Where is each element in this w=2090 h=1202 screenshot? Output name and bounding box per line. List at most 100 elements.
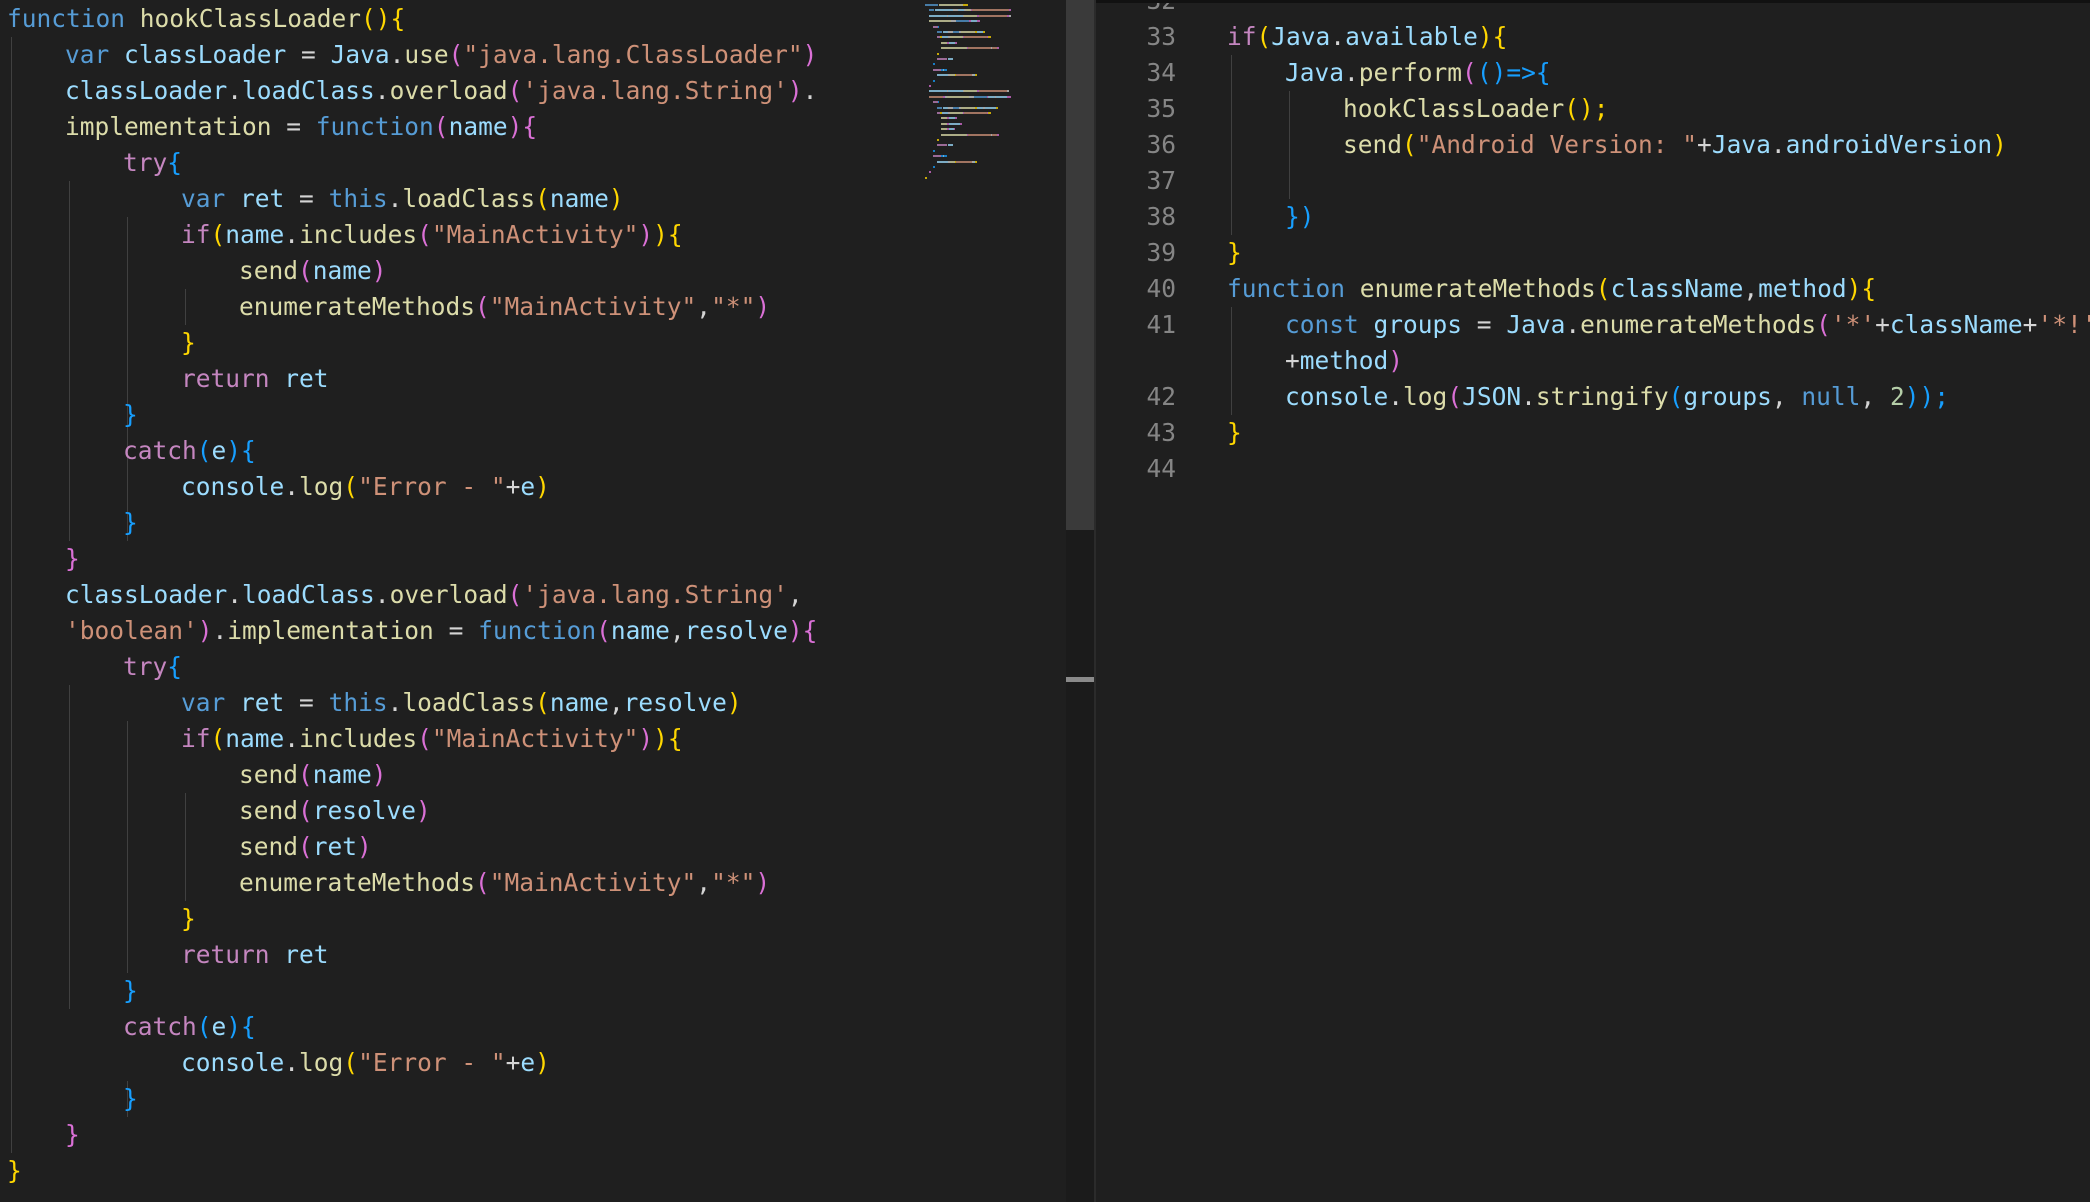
code-token: . [284, 472, 300, 501]
code-token: + [1875, 310, 1890, 339]
right-editor-pane[interactable]: 32 33 34 35 36 37 38 39 40 41 42 43 44 if(Java.avail… [1096, 0, 2090, 1202]
code-token: 'boolean' [65, 616, 198, 645]
code-token: send [1343, 130, 1403, 159]
code-token: ( [298, 796, 313, 825]
code-token: name [312, 760, 372, 789]
code-token: ( [1256, 22, 1272, 51]
code-token: groups [1373, 310, 1463, 339]
code-token: Java [1271, 22, 1331, 51]
code-token: function [1227, 274, 1346, 303]
minimap-token [960, 122, 962, 125]
code-token: } [65, 544, 80, 573]
code-token: + [505, 472, 521, 501]
code-token: ret [312, 832, 358, 861]
code-token: name [549, 184, 609, 213]
line-number: 38 [1146, 202, 1176, 231]
code-token: "MainActivity" [431, 220, 639, 249]
indent-guide [69, 685, 70, 1009]
code-token: send [239, 796, 299, 825]
code-line: } [65, 541, 80, 577]
code-token: } [65, 1120, 80, 1149]
code-token: ) [638, 724, 654, 753]
code-token: e [211, 436, 227, 465]
left-editor-pane[interactable]: function hookClassLoader(){var classLoad… [0, 0, 1066, 1202]
code-token: send [239, 256, 299, 285]
code-token: ) [197, 616, 213, 645]
code-token: loadClass [242, 580, 375, 609]
code-token: use [404, 40, 449, 69]
minimap-token [929, 20, 952, 23]
minimap-token [953, 128, 956, 131]
code-token: console [1285, 382, 1389, 411]
minimap-token [935, 9, 953, 12]
minimap-token [929, 9, 934, 12]
code-line: var classLoader = Java.use("java.lang.Cl… [65, 37, 817, 73]
code-token: name [549, 688, 609, 717]
code-token: ( [210, 724, 226, 753]
minimap-token [961, 31, 976, 33]
minimap-token [939, 4, 964, 6]
code-token: } [181, 904, 196, 933]
code-line: enumerateMethods("MainActivity","*") [239, 289, 770, 325]
code-line: Java.perform(()=>{ [1285, 55, 1551, 91]
code-line: var ret = this.loadClass(name) [181, 181, 624, 217]
line-number: 36 [1146, 130, 1176, 159]
minimap-token [997, 133, 999, 136]
code-token: "Error - " [358, 1048, 506, 1077]
code-token: resolve [623, 688, 727, 717]
code-line: hookClassLoader(); [1343, 91, 1609, 127]
code-line: } [1227, 235, 1242, 271]
code-token: ( [343, 1048, 359, 1077]
code-token: ) [755, 868, 771, 897]
minimap-token [956, 20, 969, 23]
code-token: method [1299, 346, 1389, 375]
code-token: } [123, 400, 138, 429]
code-token: ()=>{ [1476, 58, 1551, 87]
minimap-token [929, 171, 931, 174]
code-token: "MainActivity" [489, 868, 697, 897]
code-line: if(name.includes("MainActivity")){ [181, 217, 683, 253]
code-token: try [123, 652, 168, 681]
minimap-token [977, 20, 981, 23]
code-token: name [312, 256, 372, 285]
minimap[interactable] [925, 0, 1060, 190]
code-token: Java [330, 40, 390, 69]
code-token: ret [284, 364, 329, 393]
code-token: ( [448, 40, 464, 69]
minimap-token [937, 139, 939, 141]
code-token: = [271, 112, 316, 141]
code-line: send(name) [239, 253, 387, 289]
code-token: ) [755, 292, 771, 321]
code-token: . [227, 580, 243, 609]
code-token: ( [1462, 58, 1477, 87]
code-token: . [387, 688, 403, 717]
code-token: if [181, 220, 211, 249]
minimap-token [996, 95, 1008, 98]
code-line: +method) [1285, 343, 1403, 379]
code-token: ) [371, 256, 387, 285]
code-token: send [239, 760, 299, 789]
minimap-token [988, 36, 992, 39]
code-line: return ret [181, 361, 329, 397]
minimap-token [944, 68, 948, 71]
minimap-token [975, 160, 977, 163]
code-token: hookClassLoader [1343, 94, 1565, 123]
code-token: e [520, 472, 536, 501]
code-token: + [2022, 310, 2038, 339]
minimap-token [933, 79, 935, 82]
minimap-token [963, 4, 969, 6]
code-line: if(Java.available){ [1227, 19, 1507, 55]
code-token: , [1860, 382, 1890, 411]
code-token: className [1610, 274, 1744, 303]
code-token: ) [371, 760, 387, 789]
editor-scrollbar-thumb[interactable] [1066, 0, 1096, 530]
code-token: name [610, 616, 670, 645]
minimap-token [937, 101, 940, 104]
code-token: }) [1285, 202, 1315, 231]
line-number: 42 [1146, 382, 1176, 411]
